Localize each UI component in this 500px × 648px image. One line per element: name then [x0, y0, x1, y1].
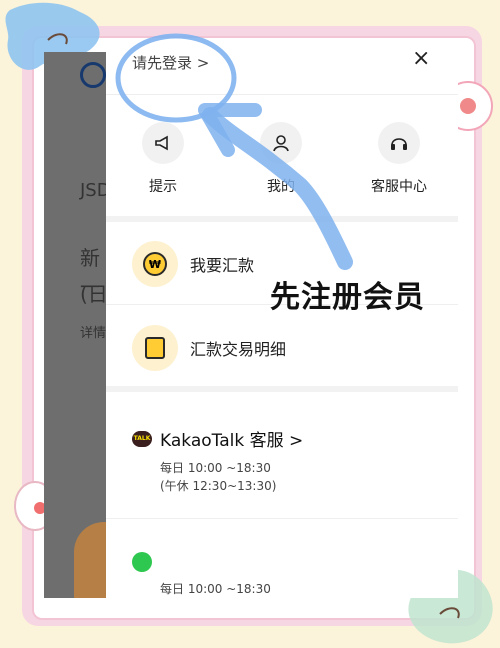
register-caption: 先注册会员 [270, 280, 425, 315]
annotation-arrow [115, 33, 353, 270]
